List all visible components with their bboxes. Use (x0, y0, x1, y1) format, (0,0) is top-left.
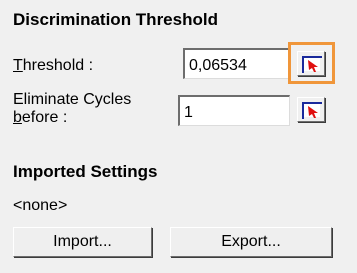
cursor-pick-icon (302, 102, 322, 119)
cursor-pick-icon (302, 56, 322, 73)
imported-settings-title: Imported Settings (13, 162, 158, 181)
export-button[interactable]: Export... (170, 227, 332, 257)
threshold-input[interactable] (183, 48, 290, 79)
eliminate-cycles-label: Eliminate Cycles before : (13, 91, 131, 127)
eliminate-cycles-input[interactable] (178, 95, 290, 126)
panel-title: Discrimination Threshold (13, 10, 218, 29)
threshold-label: Threshold : (13, 57, 94, 74)
eliminate-cycles-label-line2: before : (13, 109, 68, 126)
eliminate-cycles-pick-button[interactable] (297, 97, 325, 122)
import-button[interactable]: Import... (13, 227, 152, 257)
threshold-pick-button[interactable] (297, 51, 325, 76)
imported-settings-value: <none> (13, 197, 68, 214)
eliminate-cycles-label-line1: Eliminate Cycles (13, 91, 132, 108)
